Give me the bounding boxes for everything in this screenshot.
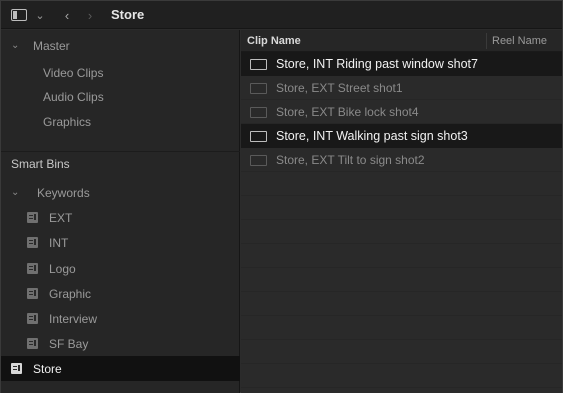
smart-bin-label: INT bbox=[49, 235, 69, 250]
clip-list-panel: Clip Name Reel Name Store, INT Riding pa… bbox=[241, 30, 562, 393]
chevron-down-icon[interactable]: ⌄ bbox=[11, 187, 19, 198]
smart-bin-sf-bay[interactable]: SF Bay bbox=[1, 331, 240, 356]
smart-bin-logo[interactable]: Logo bbox=[1, 256, 240, 281]
smart-bin-store[interactable]: Store bbox=[1, 356, 240, 381]
clip-name: Store, INT Walking past sign shot3 bbox=[276, 129, 468, 143]
sidebar-item-label: Video Clips bbox=[43, 65, 104, 80]
panel-toggle-icon[interactable] bbox=[11, 9, 27, 21]
smart-bin-icon bbox=[27, 263, 38, 274]
column-headers: Clip Name Reel Name bbox=[241, 30, 562, 52]
smart-bin-icon bbox=[27, 237, 38, 248]
smart-bin-int[interactable]: INT bbox=[1, 230, 240, 255]
keywords-group-header[interactable]: ⌄ Keywords bbox=[1, 180, 240, 205]
smart-bin-label: Logo bbox=[49, 261, 76, 276]
back-arrow-icon[interactable]: ‹ bbox=[61, 8, 73, 23]
video-clip-icon bbox=[250, 83, 267, 94]
media-pool-window: ⌄ ‹ › Store ⌄ Master Video Clips Audio C… bbox=[0, 0, 563, 393]
sidebar-item-label: Audio Clips bbox=[43, 89, 104, 104]
video-clip-icon bbox=[250, 155, 267, 166]
smart-bin-graphic[interactable]: Graphic bbox=[1, 281, 240, 306]
sidebar-item-graphics[interactable]: Graphics bbox=[1, 109, 240, 134]
smart-bins-label: Smart Bins bbox=[11, 156, 70, 171]
smart-bin-icon bbox=[27, 212, 38, 223]
clip-name: Store, EXT Street shot1 bbox=[276, 81, 403, 95]
clip-name: Store, EXT Tilt to sign shot2 bbox=[276, 153, 425, 167]
column-header-reel-name[interactable]: Reel Name bbox=[492, 35, 547, 47]
master-bin-label: Master bbox=[33, 38, 70, 53]
smart-bin-icon bbox=[27, 338, 38, 349]
smart-bin-interview[interactable]: Interview bbox=[1, 306, 240, 331]
sidebar-item-audio-clips[interactable]: Audio Clips bbox=[1, 84, 240, 109]
chevron-down-icon[interactable]: ⌄ bbox=[11, 40, 19, 51]
video-clip-icon bbox=[250, 59, 267, 70]
chevron-down-icon[interactable]: ⌄ bbox=[34, 8, 46, 22]
smart-bin-label: EXT bbox=[49, 210, 73, 225]
smart-bin-label: SF Bay bbox=[49, 336, 89, 351]
smart-bins-header: Smart Bins bbox=[1, 151, 240, 175]
sidebar-item-video-clips[interactable]: Video Clips bbox=[1, 60, 240, 85]
current-bin-title: Store bbox=[111, 7, 145, 22]
video-clip-icon bbox=[250, 107, 267, 118]
bin-list-sidebar: ⌄ Master Video Clips Audio Clips Graphic… bbox=[1, 30, 240, 393]
clip-rows: Store, INT Riding past window shot7 Stor… bbox=[241, 52, 562, 393]
video-clip-icon bbox=[250, 131, 267, 142]
column-header-clip-name[interactable]: Clip Name bbox=[247, 35, 301, 47]
smart-bin-label: Graphic bbox=[49, 286, 92, 301]
smart-bin-label: Interview bbox=[49, 311, 98, 326]
smart-bin-ext[interactable]: EXT bbox=[1, 205, 240, 230]
smart-bin-icon bbox=[27, 288, 38, 299]
clip-name: Store, INT Riding past window shot7 bbox=[276, 57, 478, 71]
smart-bin-icon bbox=[27, 313, 38, 324]
table-row[interactable]: Store, EXT Street shot1 bbox=[241, 76, 562, 100]
column-divider[interactable] bbox=[486, 33, 487, 49]
forward-arrow-icon[interactable]: › bbox=[84, 8, 96, 23]
sidebar-item-label: Graphics bbox=[43, 114, 92, 129]
table-row[interactable]: Store, INT Riding past window shot7 bbox=[241, 52, 562, 76]
smart-bin-label: Store bbox=[33, 361, 62, 376]
keywords-group-label: Keywords bbox=[37, 185, 90, 200]
table-row[interactable]: Store, EXT Bike lock shot4 bbox=[241, 100, 562, 124]
smart-bin-icon bbox=[11, 363, 22, 374]
table-row[interactable]: Store, EXT Tilt to sign shot2 bbox=[241, 148, 562, 172]
table-row[interactable]: Store, INT Walking past sign shot3 bbox=[241, 124, 562, 148]
media-pool-toolbar: ⌄ ‹ › Store bbox=[1, 1, 562, 29]
clip-name: Store, EXT Bike lock shot4 bbox=[276, 105, 419, 119]
master-bin-header[interactable]: ⌄ Master bbox=[1, 33, 240, 58]
